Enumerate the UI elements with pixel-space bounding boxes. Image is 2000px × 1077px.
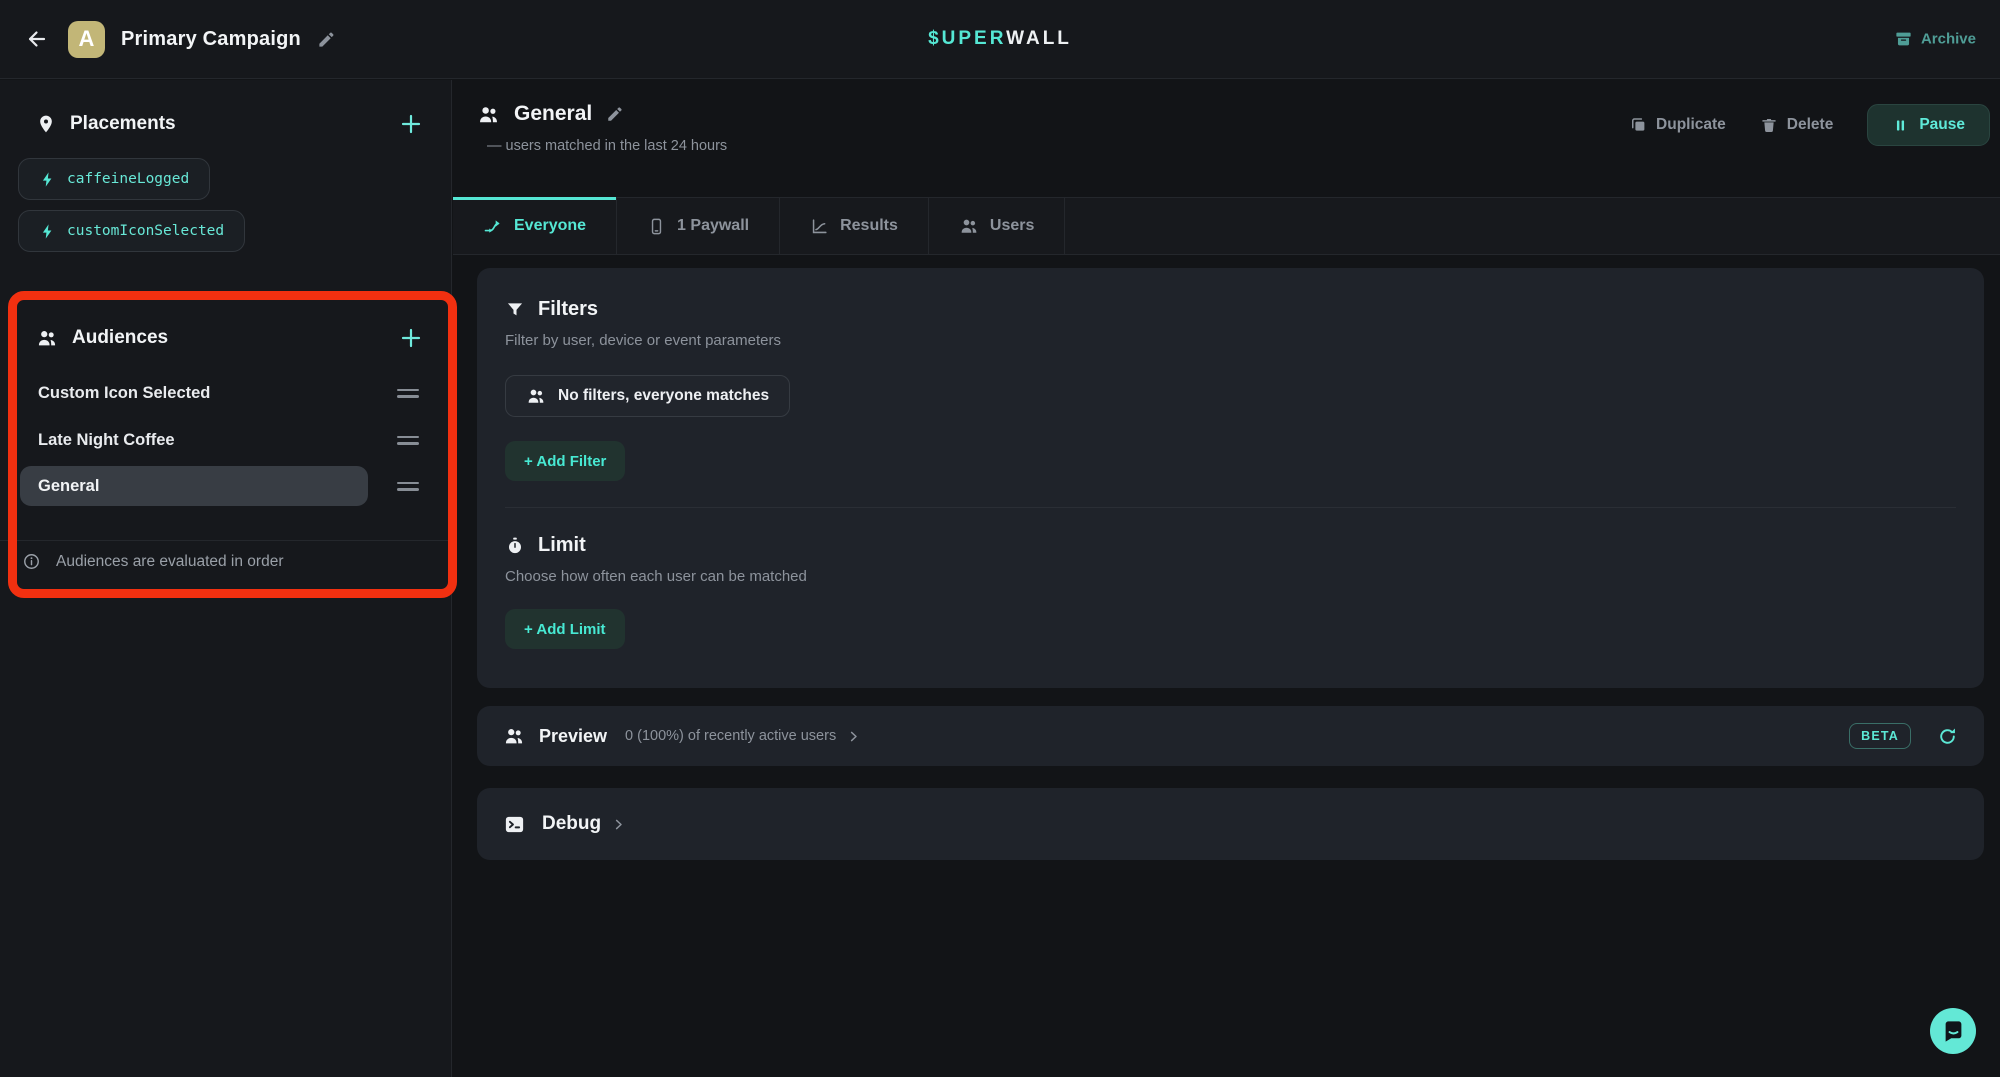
drag-handle-icon[interactable] — [397, 374, 419, 412]
campaign-title: Primary Campaign — [121, 28, 301, 51]
tab-users[interactable]: Users — [929, 198, 1065, 254]
phone-icon — [647, 217, 666, 236]
back-button[interactable] — [22, 24, 52, 54]
limit-title: Limit — [538, 534, 586, 557]
audiences-header: Audiences — [0, 320, 451, 356]
people-icon — [503, 725, 525, 747]
archive-button[interactable]: Archive — [1894, 30, 1976, 49]
logo-suffix: WALL — [1006, 28, 1072, 49]
audience-label: Custom Icon Selected — [38, 384, 210, 403]
chat-bubble-icon — [1940, 1018, 1967, 1045]
terminal-icon — [503, 813, 526, 836]
tab-bar: Everyone 1 Paywall Results Users — [453, 197, 2000, 255]
bolt-icon — [39, 171, 56, 188]
tab-paywall[interactable]: 1 Paywall — [617, 198, 780, 254]
chat-launcher-button[interactable] — [1930, 1008, 1976, 1054]
main-panel: General — users matched in the last 24 h… — [453, 80, 2000, 1077]
placements-header: Placements — [0, 106, 451, 142]
trash-icon — [1760, 116, 1778, 134]
add-filter-label: + Add Filter — [524, 453, 606, 470]
tab-everyone[interactable]: Everyone — [453, 198, 617, 254]
beta-badge: BETA — [1849, 723, 1911, 749]
pause-button[interactable]: Pause — [1867, 104, 1990, 146]
placement-label: customIconSelected — [67, 223, 224, 239]
placements-title: Placements — [70, 113, 176, 135]
audiences-note-text: Audiences are evaluated in order — [56, 553, 283, 571]
tab-results[interactable]: Results — [780, 198, 929, 254]
filters-section: Filters Filter by user, device or event … — [477, 268, 1984, 508]
add-filter-button[interactable]: + Add Filter — [505, 441, 625, 481]
tab-label: Everyone — [514, 217, 586, 235]
no-filters-label: No filters, everyone matches — [558, 387, 769, 405]
split-arrow-icon — [483, 216, 503, 236]
archive-label: Archive — [1921, 31, 1976, 48]
audiences-note: Audiences are evaluated in order — [22, 552, 435, 571]
placement-chip-caffeinelogged[interactable]: caffeineLogged — [18, 158, 210, 200]
limit-section: Limit Choose how often each user can be … — [477, 508, 1984, 649]
chevron-right-icon[interactable] — [611, 817, 626, 832]
tab-label: Results — [840, 217, 898, 235]
no-filters-chip: No filters, everyone matches — [505, 375, 790, 417]
audience-label: Late Night Coffee — [38, 431, 175, 450]
placement-label: caffeineLogged — [67, 171, 189, 187]
pause-icon — [1892, 117, 1909, 134]
avatar-letter: A — [79, 26, 95, 52]
tab-label: Users — [990, 217, 1034, 235]
audience-item-general-selected[interactable]: General — [20, 466, 368, 506]
drag-handle-icon[interactable] — [397, 421, 419, 459]
preview-subtitle: 0 (100%) of recently active users — [625, 728, 836, 744]
audiences-title: Audiences — [72, 327, 168, 349]
logo-prefix: $UPER — [928, 28, 1006, 49]
duplicate-label: Duplicate — [1656, 116, 1726, 134]
audience-label: General — [38, 477, 99, 496]
edit-audience-icon[interactable] — [606, 105, 624, 123]
placement-chip-customiconselected[interactable]: customIconSelected — [18, 210, 245, 252]
refresh-icon[interactable] — [1937, 726, 1958, 747]
debug-card[interactable]: Debug — [477, 788, 1984, 860]
delete-button[interactable]: Delete — [1760, 116, 1834, 134]
audience-item-late-night-coffee[interactable]: Late Night Coffee — [38, 421, 367, 459]
people-icon — [477, 103, 500, 126]
chart-icon — [810, 217, 829, 236]
people-icon — [526, 386, 546, 406]
map-pin-icon — [36, 114, 56, 134]
duplicate-button[interactable]: Duplicate — [1629, 116, 1726, 134]
drag-handle-icon[interactable] — [397, 467, 419, 505]
add-limit-label: + Add Limit — [524, 621, 606, 638]
add-limit-button[interactable]: + Add Limit — [505, 609, 625, 649]
chevron-right-icon[interactable] — [846, 729, 861, 744]
sidebar-divider — [0, 540, 451, 541]
preview-card[interactable]: Preview 0 (100%) of recently active user… — [477, 706, 1984, 766]
stopwatch-icon — [505, 536, 525, 556]
tab-label: 1 Paywall — [677, 217, 749, 235]
pause-label: Pause — [1919, 116, 1965, 134]
edit-campaign-icon[interactable] — [317, 30, 336, 49]
audience-detail-title: General — [514, 102, 592, 126]
top-bar: A Primary Campaign $UPERWALL Archive — [0, 0, 2000, 79]
add-audience-button[interactable] — [399, 326, 423, 350]
funnel-icon — [505, 300, 525, 320]
info-icon — [22, 552, 41, 571]
people-icon — [36, 327, 58, 349]
archive-icon — [1894, 30, 1913, 49]
app-avatar[interactable]: A — [68, 21, 105, 58]
bolt-icon — [39, 223, 56, 240]
audience-item-custom-icon-selected[interactable]: Custom Icon Selected — [38, 374, 367, 412]
superwall-logo: $UPERWALL — [928, 28, 1072, 50]
filters-title: Filters — [538, 298, 598, 321]
people-icon — [959, 216, 979, 236]
limit-subtitle: Choose how often each user can be matche… — [505, 568, 1956, 585]
preview-title: Preview — [539, 726, 607, 747]
filters-subtitle: Filter by user, device or event paramete… — [505, 332, 1956, 349]
delete-label: Delete — [1787, 116, 1834, 134]
audience-actions: Duplicate Delete Pause — [1629, 104, 1990, 146]
sidebar: Placements caffeineLogged customIconSele… — [0, 80, 452, 1077]
rules-card: Filters Filter by user, device or event … — [477, 268, 1984, 688]
add-placement-button[interactable] — [399, 112, 423, 136]
copy-icon — [1629, 116, 1647, 134]
debug-title: Debug — [542, 813, 601, 835]
campaign-page: A Primary Campaign $UPERWALL Archive Pla… — [0, 0, 2000, 1077]
